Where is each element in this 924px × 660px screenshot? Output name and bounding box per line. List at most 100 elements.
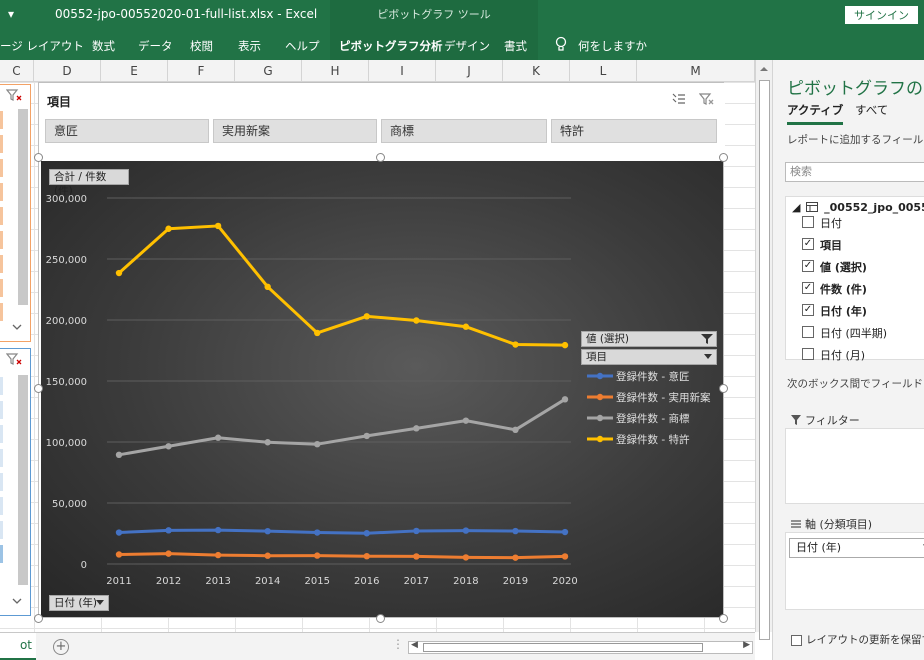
signin-button[interactable]: サインイン <box>845 6 918 24</box>
horizontal-scrollbar[interactable]: ◀ ▶ <box>408 640 753 654</box>
slicer-item[interactable] <box>0 521 3 539</box>
slicer-item[interactable] <box>0 183 3 201</box>
tab-data[interactable]: データ <box>138 38 173 54</box>
field-item[interactable]: ✓ 件数 (件) <box>802 281 867 297</box>
resize-handle[interactable] <box>376 153 385 162</box>
slicer-item-selected[interactable] <box>0 545 3 563</box>
add-sheet-button[interactable]: + <box>53 639 69 655</box>
tab-review[interactable]: 校閲 <box>190 38 213 54</box>
field-button-utility-model[interactable]: 実用新案 <box>213 119 377 143</box>
column-header[interactable]: E <box>101 60 168 82</box>
filter-drop-area[interactable] <box>785 428 924 504</box>
checkbox[interactable] <box>802 348 814 360</box>
legend-items-button[interactable]: 項目 <box>581 349 717 365</box>
tab-page-layout[interactable]: ージ レイアウト <box>0 38 84 54</box>
legend-values-button[interactable]: 値 (選択) <box>581 331 717 347</box>
field-item[interactable]: 日付 (四半期) <box>802 325 887 341</box>
tab-help[interactable]: ヘルプ <box>285 38 320 54</box>
expand-icon[interactable]: ◢ <box>792 201 800 214</box>
slicer-item[interactable] <box>0 377 3 395</box>
tab-format[interactable]: 書式 <box>504 38 527 54</box>
resize-handle[interactable] <box>719 614 728 623</box>
splitter-grip-icon[interactable]: ⋮ <box>392 637 404 651</box>
slicer-item[interactable] <box>0 425 3 443</box>
clear-filter-icon[interactable] <box>6 352 22 366</box>
checkbox-checked[interactable]: ✓ <box>802 304 814 316</box>
column-header[interactable]: C <box>0 60 34 82</box>
slicer-item[interactable] <box>0 279 3 297</box>
resize-handle[interactable] <box>719 153 728 162</box>
resize-handle[interactable] <box>719 384 728 393</box>
field-button-design[interactable]: 意匠 <box>45 119 209 143</box>
resize-handle[interactable] <box>34 384 43 393</box>
scrollbar-thumb[interactable] <box>423 643 703 652</box>
column-header[interactable]: D <box>34 60 101 82</box>
column-header[interactable]: F <box>168 60 235 82</box>
checkbox[interactable] <box>802 326 814 338</box>
tab-design[interactable]: デザイン <box>444 38 490 54</box>
axis-field-button[interactable]: 日付 (年) <box>49 595 109 611</box>
chart-area[interactable]: 0 50,000 100,000 150,000 200,000 250,000 300,0… <box>41 161 723 617</box>
table-node[interactable]: ◢ _00552_jpo_00552020 <box>792 201 924 214</box>
multi-select-icon[interactable] <box>671 91 687 107</box>
slicer-item[interactable] <box>0 159 3 177</box>
checkbox[interactable] <box>791 634 802 646</box>
vertical-scrollbar[interactable] <box>755 60 772 640</box>
resize-handle[interactable] <box>376 614 385 623</box>
checkbox-checked[interactable]: ✓ <box>802 282 814 294</box>
scroll-left-icon[interactable]: ◀ <box>411 640 418 650</box>
slicer-item[interactable] <box>0 207 3 225</box>
checkbox-checked[interactable]: ✓ <box>802 260 814 272</box>
slicer-item[interactable] <box>0 497 3 515</box>
tell-me-search[interactable]: 何をしますか <box>578 38 647 54</box>
clear-filter-icon[interactable] <box>6 88 22 102</box>
slicer-item[interactable] <box>0 473 3 491</box>
checkbox-checked[interactable]: ✓ <box>802 238 814 250</box>
slicer-item[interactable] <box>0 449 3 467</box>
pane-tab-all[interactable]: すべて <box>855 102 888 118</box>
pivot-chart[interactable]: 項目 意匠 実用新案 商標 特許 0 50,000 100,000 150,000 20… <box>38 82 725 618</box>
pane-tab-active[interactable]: アクティブ <box>787 102 844 125</box>
chevron-down-icon[interactable] <box>12 597 22 605</box>
clear-filter-icon[interactable] <box>699 91 715 107</box>
slicer-item[interactable] <box>0 255 3 273</box>
value-field-button[interactable]: 合計 / 件数 (件) <box>49 169 129 197</box>
field-item[interactable]: 日付 (月) <box>802 347 865 363</box>
quick-access-dropdown[interactable]: ▾ <box>8 7 14 21</box>
slicer-item[interactable] <box>0 401 3 419</box>
column-header[interactable]: K <box>503 60 570 82</box>
slicer-item[interactable] <box>0 303 3 321</box>
slicer-item[interactable] <box>0 135 3 153</box>
field-item[interactable]: ✓ 日付 (年) <box>802 303 867 319</box>
tab-formulas[interactable]: 数式 <box>92 38 115 54</box>
tab-view[interactable]: 表示 <box>238 38 261 54</box>
lightbulb-icon[interactable] <box>554 36 568 54</box>
slicer-item[interactable] <box>0 231 3 249</box>
field-button-patent[interactable]: 特許 <box>551 119 717 143</box>
column-header[interactable]: G <box>235 60 302 82</box>
scroll-right-icon[interactable]: ▶ <box>743 640 750 650</box>
field-item[interactable]: 日付 <box>802 215 842 231</box>
slicer-item[interactable] <box>0 111 3 129</box>
checkbox[interactable] <box>802 216 814 228</box>
slicer-scrollbar[interactable] <box>18 375 28 585</box>
resize-handle[interactable] <box>34 153 43 162</box>
column-header[interactable]: M <box>637 60 755 82</box>
defer-update[interactable]: レイアウトの更新を保留する <box>791 632 924 647</box>
column-header[interactable]: I <box>369 60 436 82</box>
slicer-orange[interactable] <box>0 84 31 342</box>
chevron-down-icon[interactable] <box>12 323 22 331</box>
field-item[interactable]: ✓ 値 (選択) <box>802 259 867 275</box>
slicer-scrollbar[interactable] <box>18 109 28 305</box>
tab-pivotchart-analyze[interactable]: ピボットグラフ分析 <box>339 38 443 54</box>
field-item[interactable]: ✓ 項目 <box>802 237 842 253</box>
column-header[interactable]: H <box>302 60 369 82</box>
axis-field-chip[interactable]: 日付 (年) ▼ <box>789 538 924 558</box>
sheet-tab[interactable]: ot <box>0 633 36 660</box>
slicer-blue[interactable] <box>0 348 31 616</box>
chevron-up-icon[interactable] <box>759 65 769 73</box>
column-header[interactable]: L <box>570 60 637 82</box>
column-header[interactable]: J <box>436 60 503 82</box>
field-search-input[interactable]: 検索 <box>785 162 924 182</box>
field-button-trademark[interactable]: 商標 <box>381 119 547 143</box>
